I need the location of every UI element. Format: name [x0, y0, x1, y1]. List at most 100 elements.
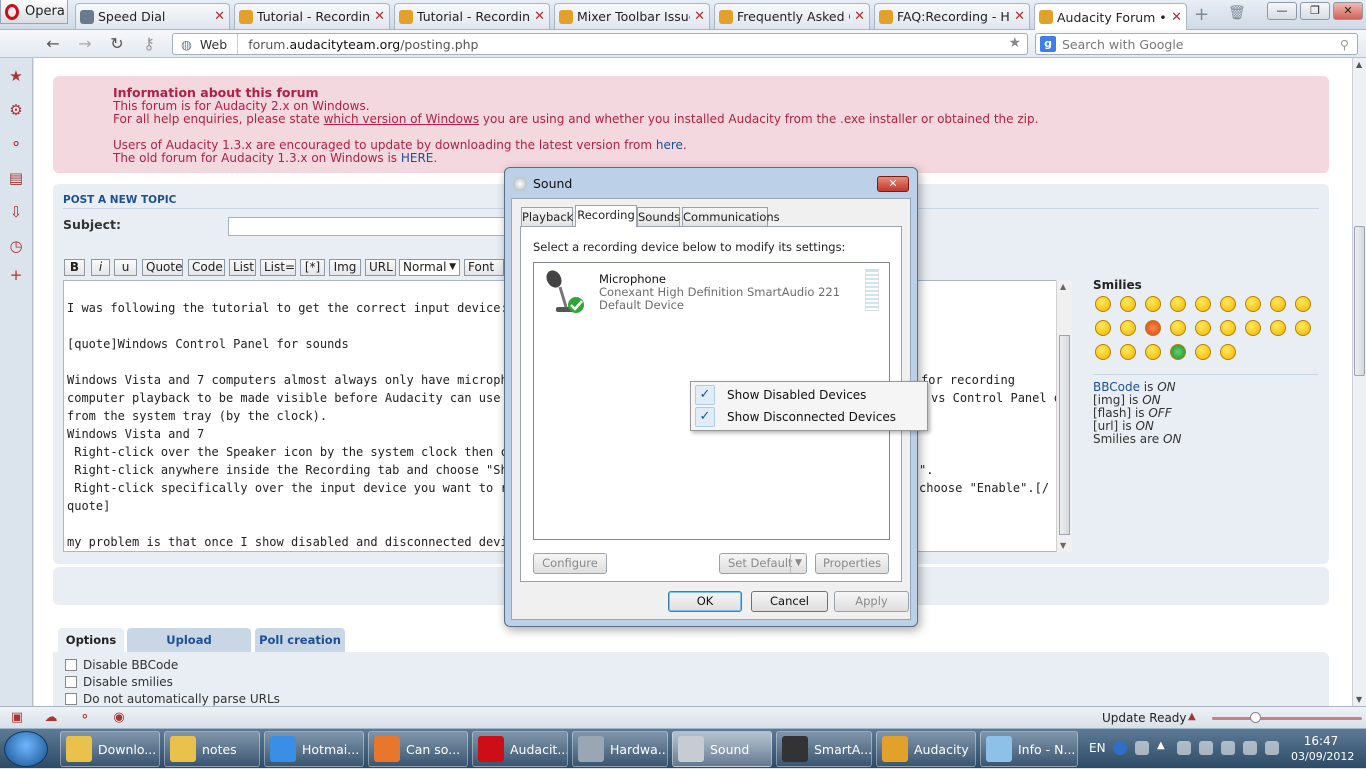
forward-icon[interactable]: →: [74, 34, 96, 54]
checkbox[interactable]: [65, 693, 77, 705]
smiley-icon[interactable]: [1245, 296, 1261, 312]
smiley-icon[interactable]: [1295, 320, 1311, 336]
smiley-icon[interactable]: [1095, 344, 1111, 360]
tab-recording[interactable]: Recording: [575, 205, 637, 227]
taskbar-item-notes[interactable]: notes: [164, 731, 260, 767]
device-entry[interactable]: Microphone Conexant High Definition Smar…: [599, 273, 840, 312]
bold-button[interactable]: B: [64, 259, 85, 276]
tab-speed-dial[interactable]: Speed Dial ✕: [75, 3, 230, 29]
checkbox[interactable]: [65, 676, 77, 688]
update-ready-label[interactable]: Update Ready: [1102, 711, 1187, 725]
apply-button[interactable]: Apply: [834, 591, 909, 612]
cancel-button[interactable]: Cancel: [751, 591, 828, 612]
settings-tray-icon[interactable]: [1135, 741, 1149, 755]
italic-button[interactable]: i: [91, 259, 110, 276]
smiley-icon[interactable]: [1170, 344, 1186, 360]
taskbar-item-opera[interactable]: Audacit...: [472, 731, 568, 767]
smiley-icon[interactable]: [1270, 320, 1286, 336]
smiley-icon[interactable]: [1220, 320, 1236, 336]
close-tab-icon[interactable]: ✕: [694, 9, 705, 24]
add-panel-icon[interactable]: +: [8, 267, 24, 283]
windows-version-link[interactable]: which version of Windows: [324, 112, 479, 126]
img-button[interactable]: Img: [329, 259, 361, 276]
network-signal-icon[interactable]: [1243, 741, 1257, 755]
tab-communications[interactable]: Communications: [682, 207, 780, 227]
configure-button[interactable]: Configure: [533, 553, 607, 574]
smiley-icon[interactable]: [1095, 296, 1111, 312]
chevron-up-icon[interactable]: ▲: [1188, 711, 1196, 722]
close-tab-icon[interactable]: ✕: [1171, 10, 1182, 25]
taskbar-item-audacity[interactable]: Audacity: [876, 731, 976, 767]
trash-icon[interactable]: 🗑: [1228, 5, 1246, 21]
taskbar-item-notepad[interactable]: Info - N...: [980, 731, 1078, 767]
close-tab-icon[interactable]: ✕: [374, 9, 385, 24]
opera-unite-icon[interactable]: ⚬: [77, 710, 93, 726]
ordered-list-button[interactable]: List=: [260, 259, 296, 276]
close-tab-icon[interactable]: ✕: [214, 9, 225, 24]
close-tab-icon[interactable]: ✕: [854, 9, 865, 24]
tab-tutorial-recording-1[interactable]: Tutorial - Recording ... ✕: [234, 3, 390, 29]
smiley-icon[interactable]: [1220, 296, 1236, 312]
downloads-icon[interactable]: ⇩: [8, 204, 24, 220]
quote-button[interactable]: Quote: [142, 259, 183, 276]
close-tab-icon[interactable]: ✕: [534, 9, 545, 24]
download-here-link[interactable]: here: [656, 138, 683, 152]
smiley-icon[interactable]: [1145, 296, 1161, 312]
smiley-icon[interactable]: [1145, 344, 1161, 360]
set-default-button[interactable]: Set Default ▼: [719, 553, 807, 574]
option-disable-smilies[interactable]: Disable smilies: [65, 675, 173, 689]
smiley-icon[interactable]: [1295, 296, 1311, 312]
turbo-icon[interactable]: ◉: [111, 710, 127, 726]
option-disable-bbcode[interactable]: Disable BBCode: [65, 658, 178, 672]
scroll-up-icon[interactable]: ▲: [1060, 282, 1066, 291]
editor-scroll-thumb[interactable]: [1059, 335, 1070, 535]
close-tab-icon[interactable]: ✕: [1014, 9, 1025, 24]
widgets-icon[interactable]: ⚙: [8, 102, 24, 118]
page-scroll-thumb[interactable]: [1354, 226, 1365, 376]
taskbar-item-sound[interactable]: Sound: [672, 731, 772, 767]
list-item-button[interactable]: [*]: [300, 259, 325, 276]
chevron-down-icon[interactable]: ▼: [790, 554, 806, 573]
volume-icon[interactable]: [1265, 741, 1279, 755]
notes-icon[interactable]: ▤: [8, 170, 24, 186]
battery-icon[interactable]: [1221, 741, 1235, 755]
zoom-slider[interactable]: [1212, 712, 1362, 723]
close-icon[interactable]: ✕: [877, 176, 909, 192]
tab-audacity-forum[interactable]: Audacity Forum • P... ✕: [1034, 3, 1187, 30]
editor-scrollbar[interactable]: ▲ ▼: [1056, 280, 1072, 552]
bookmarks-icon[interactable]: ★: [8, 68, 24, 84]
search-field[interactable]: g Search with Google ⚲: [1035, 33, 1358, 55]
smiley-icon[interactable]: [1220, 344, 1236, 360]
device-tray-icon[interactable]: [1199, 741, 1213, 755]
smiley-icon[interactable]: [1145, 320, 1161, 336]
smiley-icon[interactable]: [1170, 296, 1186, 312]
bookmark-star-icon[interactable]: ★: [1008, 35, 1021, 51]
smiley-icon[interactable]: [1170, 320, 1186, 336]
help-icon[interactable]: [1113, 741, 1127, 755]
url-button[interactable]: URL: [365, 259, 396, 276]
smiley-icon[interactable]: [1095, 320, 1111, 336]
taskbar-item-firefox[interactable]: Can so...: [368, 731, 468, 767]
font-colour-button[interactable]: Font co: [464, 259, 504, 276]
scroll-down-icon[interactable]: ▼: [1356, 695, 1362, 704]
reload-icon[interactable]: ↻: [106, 34, 128, 54]
flag-icon[interactable]: [1177, 741, 1191, 755]
tab-sounds[interactable]: Sounds: [637, 207, 680, 227]
tab-mixer-toolbar[interactable]: Mixer Toolbar Issues... ✕: [554, 3, 710, 29]
properties-button[interactable]: Properties: [815, 553, 889, 574]
tab-faq-recording[interactable]: FAQ:Recording - Ho... ✕: [874, 3, 1030, 29]
subject-input[interactable]: [228, 217, 528, 236]
search-icon[interactable]: ⚲: [1340, 37, 1349, 52]
tab-tutorial-recording-2[interactable]: Tutorial - Recording ... ✕: [394, 3, 550, 29]
minimize-button[interactable]: —: [1267, 2, 1297, 20]
smiley-icon[interactable]: [1120, 296, 1136, 312]
maximize-button[interactable]: ❐: [1300, 2, 1330, 20]
taskbar-item-hardware[interactable]: Hardwa...: [572, 731, 668, 767]
smiley-icon[interactable]: [1120, 344, 1136, 360]
menu-item-show-disconnected[interactable]: ✓ Show Disconnected Devices: [693, 406, 925, 428]
checkbox[interactable]: [65, 659, 77, 671]
taskbar-item-smartaudio[interactable]: SmartA...: [776, 731, 872, 767]
list-button[interactable]: List: [229, 259, 256, 276]
opera-link-icon[interactable]: ☁: [43, 710, 59, 726]
taskbar-item-hotmail[interactable]: Hotmai...: [264, 731, 364, 767]
